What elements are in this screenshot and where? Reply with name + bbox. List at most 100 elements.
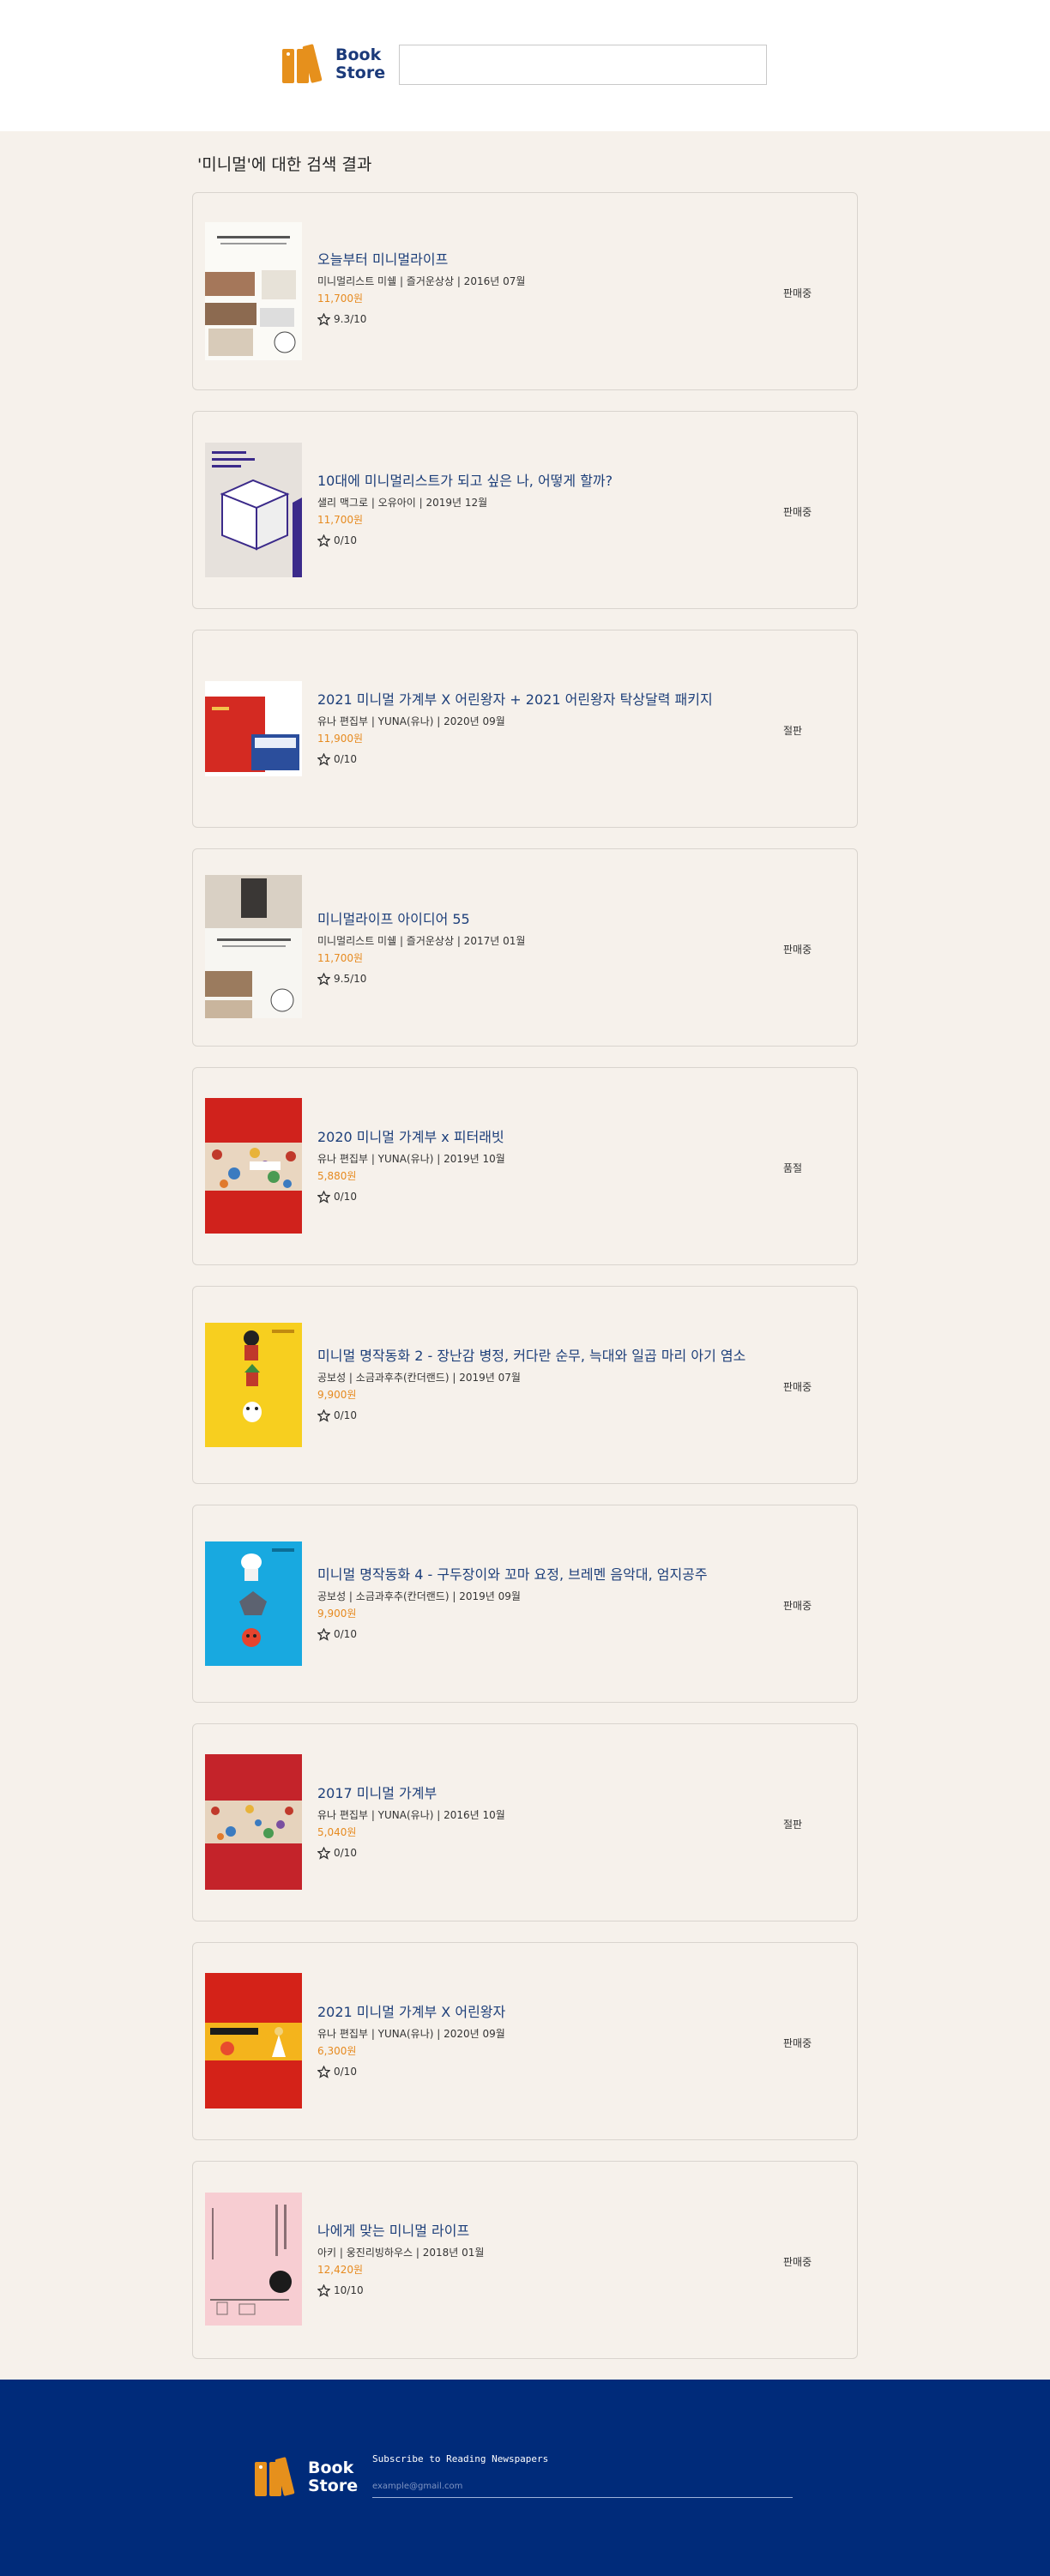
book-title[interactable]: 나에게 맞는 미니멀 라이프 xyxy=(317,2223,781,2240)
star-icon xyxy=(317,312,330,326)
sale-status: 절판 xyxy=(783,725,803,737)
book-meta: 미니멀리스트 미쉘 | 즐거운상상 | 2016년 07월 xyxy=(317,275,526,287)
books-logo-icon xyxy=(282,44,330,83)
book-meta: 아키 | 웅진리빙하우스 | 2018년 01월 xyxy=(317,2247,485,2259)
book-card[interactable]: 나에게 맞는 미니멀 라이프 아키 | 웅진리빙하우스 | 2018년 01월 … xyxy=(192,2161,858,2359)
rating-value: 0/10 xyxy=(334,1847,357,1859)
book-price: 5,040원 xyxy=(317,1826,357,1838)
book-cover-image[interactable] xyxy=(205,1973,302,2108)
logo-line-2: Store xyxy=(308,2476,359,2495)
book-meta: 유나 편집부 | YUNA(유나) | 2019년 10월 xyxy=(317,1153,505,1165)
star-icon xyxy=(317,972,330,986)
book-card[interactable]: 미니멀 명작동화 2 - 장난감 병정, 커다란 순무, 늑대와 일곱 마리 아… xyxy=(192,1286,858,1484)
book-card[interactable]: 2020 미니멀 가계부 x 피터래빗 유나 편집부 | YUNA(유나) | … xyxy=(192,1067,858,1265)
rating-value: 0/10 xyxy=(334,534,357,546)
logo-line-1: Book xyxy=(308,2458,354,2477)
book-price: 12,420원 xyxy=(317,2264,364,2276)
sale-status: 판매중 xyxy=(783,506,812,518)
book-price: 6,300원 xyxy=(317,2045,357,2057)
book-rating: 10/10 xyxy=(317,2283,781,2297)
book-cover-image[interactable] xyxy=(205,1098,302,1234)
sale-status: 절판 xyxy=(783,1819,803,1831)
book-meta: 샐리 맥그로 | 오유아이 | 2019년 12월 xyxy=(317,497,488,509)
book-price: 11,700원 xyxy=(317,514,364,526)
rating-value: 0/10 xyxy=(334,753,357,765)
star-icon xyxy=(317,752,330,766)
book-meta: 유나 편집부 | YUNA(유나) | 2020년 09월 xyxy=(317,715,505,727)
rating-value: 0/10 xyxy=(334,2066,357,2078)
rating-value: 9.5/10 xyxy=(334,973,367,985)
book-rating: 0/10 xyxy=(317,534,781,547)
sale-status: 판매중 xyxy=(783,944,812,956)
book-cover-image[interactable] xyxy=(205,443,302,577)
book-cover-image[interactable] xyxy=(205,1323,302,1447)
star-icon xyxy=(317,1627,330,1641)
star-icon xyxy=(317,534,330,547)
book-title[interactable]: 2020 미니멀 가계부 x 피터래빗 xyxy=(317,1129,781,1146)
rating-value: 0/10 xyxy=(334,1191,357,1203)
book-title[interactable]: 2017 미니멀 가계부 xyxy=(317,1785,781,1802)
header: Book Store xyxy=(0,0,1050,131)
logo-line-1: Book xyxy=(335,45,382,64)
site-logo[interactable]: Book Store xyxy=(282,44,386,83)
book-rating: 0/10 xyxy=(317,1627,781,1641)
book-card[interactable]: 2021 미니멀 가계부 X 어린왕자 유나 편집부 | YUNA(유나) | … xyxy=(192,1942,858,2140)
sale-status: 판매중 xyxy=(783,2037,812,2049)
book-title[interactable]: 10대에 미니멀리스트가 되고 싶은 나, 어떻게 할까? xyxy=(317,473,781,490)
book-price: 11,700원 xyxy=(317,293,364,305)
book-meta: 공보성 | 소금과후추(칸더랜드) | 2019년 07월 xyxy=(317,1372,521,1384)
book-title[interactable]: 2021 미니멀 가계부 X 어린왕자 + 2021 어린왕자 탁상달력 패키지 xyxy=(317,691,781,709)
book-card[interactable]: 2017 미니멀 가계부 유나 편집부 | YUNA(유나) | 2016년 1… xyxy=(192,1723,858,1921)
footer-logo[interactable]: Book Store xyxy=(255,2457,359,2496)
book-card[interactable]: 2021 미니멀 가계부 X 어린왕자 + 2021 어린왕자 탁상달력 패키지… xyxy=(192,630,858,828)
book-title[interactable]: 미니멀 명작동화 2 - 장난감 병정, 커다란 순무, 늑대와 일곱 마리 아… xyxy=(317,1348,781,1365)
book-cover-image[interactable] xyxy=(205,2193,302,2326)
book-cover-image[interactable] xyxy=(205,1541,302,1666)
sale-status: 판매중 xyxy=(783,1381,812,1393)
book-meta: 미니멀리스트 미쉘 | 즐거운상상 | 2017년 01월 xyxy=(317,935,526,947)
logo-line-2: Store xyxy=(335,63,386,82)
results-title: '미니멀'에 대한 검색 결과 xyxy=(197,155,372,174)
book-card[interactable]: 오늘부터 미니멀라이프 미니멀리스트 미쉘 | 즐거운상상 | 2016년 07… xyxy=(192,192,858,390)
book-price: 9,900원 xyxy=(317,1608,357,1620)
book-cover-image[interactable] xyxy=(205,875,302,1018)
star-icon xyxy=(317,1190,330,1204)
sale-status: 판매중 xyxy=(783,287,812,299)
book-price: 9,900원 xyxy=(317,1389,357,1401)
book-meta: 유나 편집부 | YUNA(유나) | 2020년 09월 xyxy=(317,2028,505,2040)
sale-status: 판매중 xyxy=(783,1600,812,1612)
book-rating: 0/10 xyxy=(317,2065,781,2078)
subscribe-label: Subscribe to Reading Newspapers xyxy=(372,2453,549,2464)
rating-value: 10/10 xyxy=(334,2284,364,2296)
book-rating: 0/10 xyxy=(317,752,781,766)
book-title[interactable]: 2021 미니멀 가계부 X 어린왕자 xyxy=(317,2004,781,2021)
book-cover-image[interactable] xyxy=(205,1754,302,1890)
book-rating: 0/10 xyxy=(317,1190,781,1204)
rating-value: 9.3/10 xyxy=(334,313,367,325)
book-meta: 유나 편집부 | YUNA(유나) | 2016년 10월 xyxy=(317,1809,505,1821)
search-input[interactable] xyxy=(399,45,767,85)
book-title[interactable]: 미니멀 명작동화 4 - 구두장이와 꼬마 요정, 브레멘 음악대, 엄지공주 xyxy=(317,1566,781,1584)
star-icon xyxy=(317,2283,330,2297)
star-icon xyxy=(317,2065,330,2078)
sale-status: 판매중 xyxy=(783,2256,812,2268)
book-rating: 0/10 xyxy=(317,1409,781,1422)
book-cover-image[interactable] xyxy=(205,222,302,360)
book-rating: 9.5/10 xyxy=(317,972,781,986)
books-logo-icon xyxy=(255,2457,303,2496)
book-card[interactable]: 10대에 미니멀리스트가 되고 싶은 나, 어떻게 할까? 샐리 맥그로 | 오… xyxy=(192,411,858,609)
rating-value: 0/10 xyxy=(334,1409,357,1421)
rating-value: 0/10 xyxy=(334,1628,357,1640)
email-field[interactable] xyxy=(372,2476,793,2498)
book-cover-image[interactable] xyxy=(205,681,302,776)
star-icon xyxy=(317,1409,330,1422)
book-title[interactable]: 오늘부터 미니멀라이프 xyxy=(317,251,781,268)
book-price: 5,880원 xyxy=(317,1170,357,1182)
book-price: 11,900원 xyxy=(317,733,364,745)
book-card[interactable]: 미니멀라이프 아이디어 55 미니멀리스트 미쉘 | 즐거운상상 | 2017년… xyxy=(192,848,858,1047)
book-price: 11,700원 xyxy=(317,952,364,964)
book-title[interactable]: 미니멀라이프 아이디어 55 xyxy=(317,911,781,928)
book-meta: 공보성 | 소금과후추(칸더랜드) | 2019년 09월 xyxy=(317,1590,521,1602)
book-card[interactable]: 미니멀 명작동화 4 - 구두장이와 꼬마 요정, 브레멘 음악대, 엄지공주 … xyxy=(192,1505,858,1703)
sale-status: 품절 xyxy=(783,1162,803,1174)
